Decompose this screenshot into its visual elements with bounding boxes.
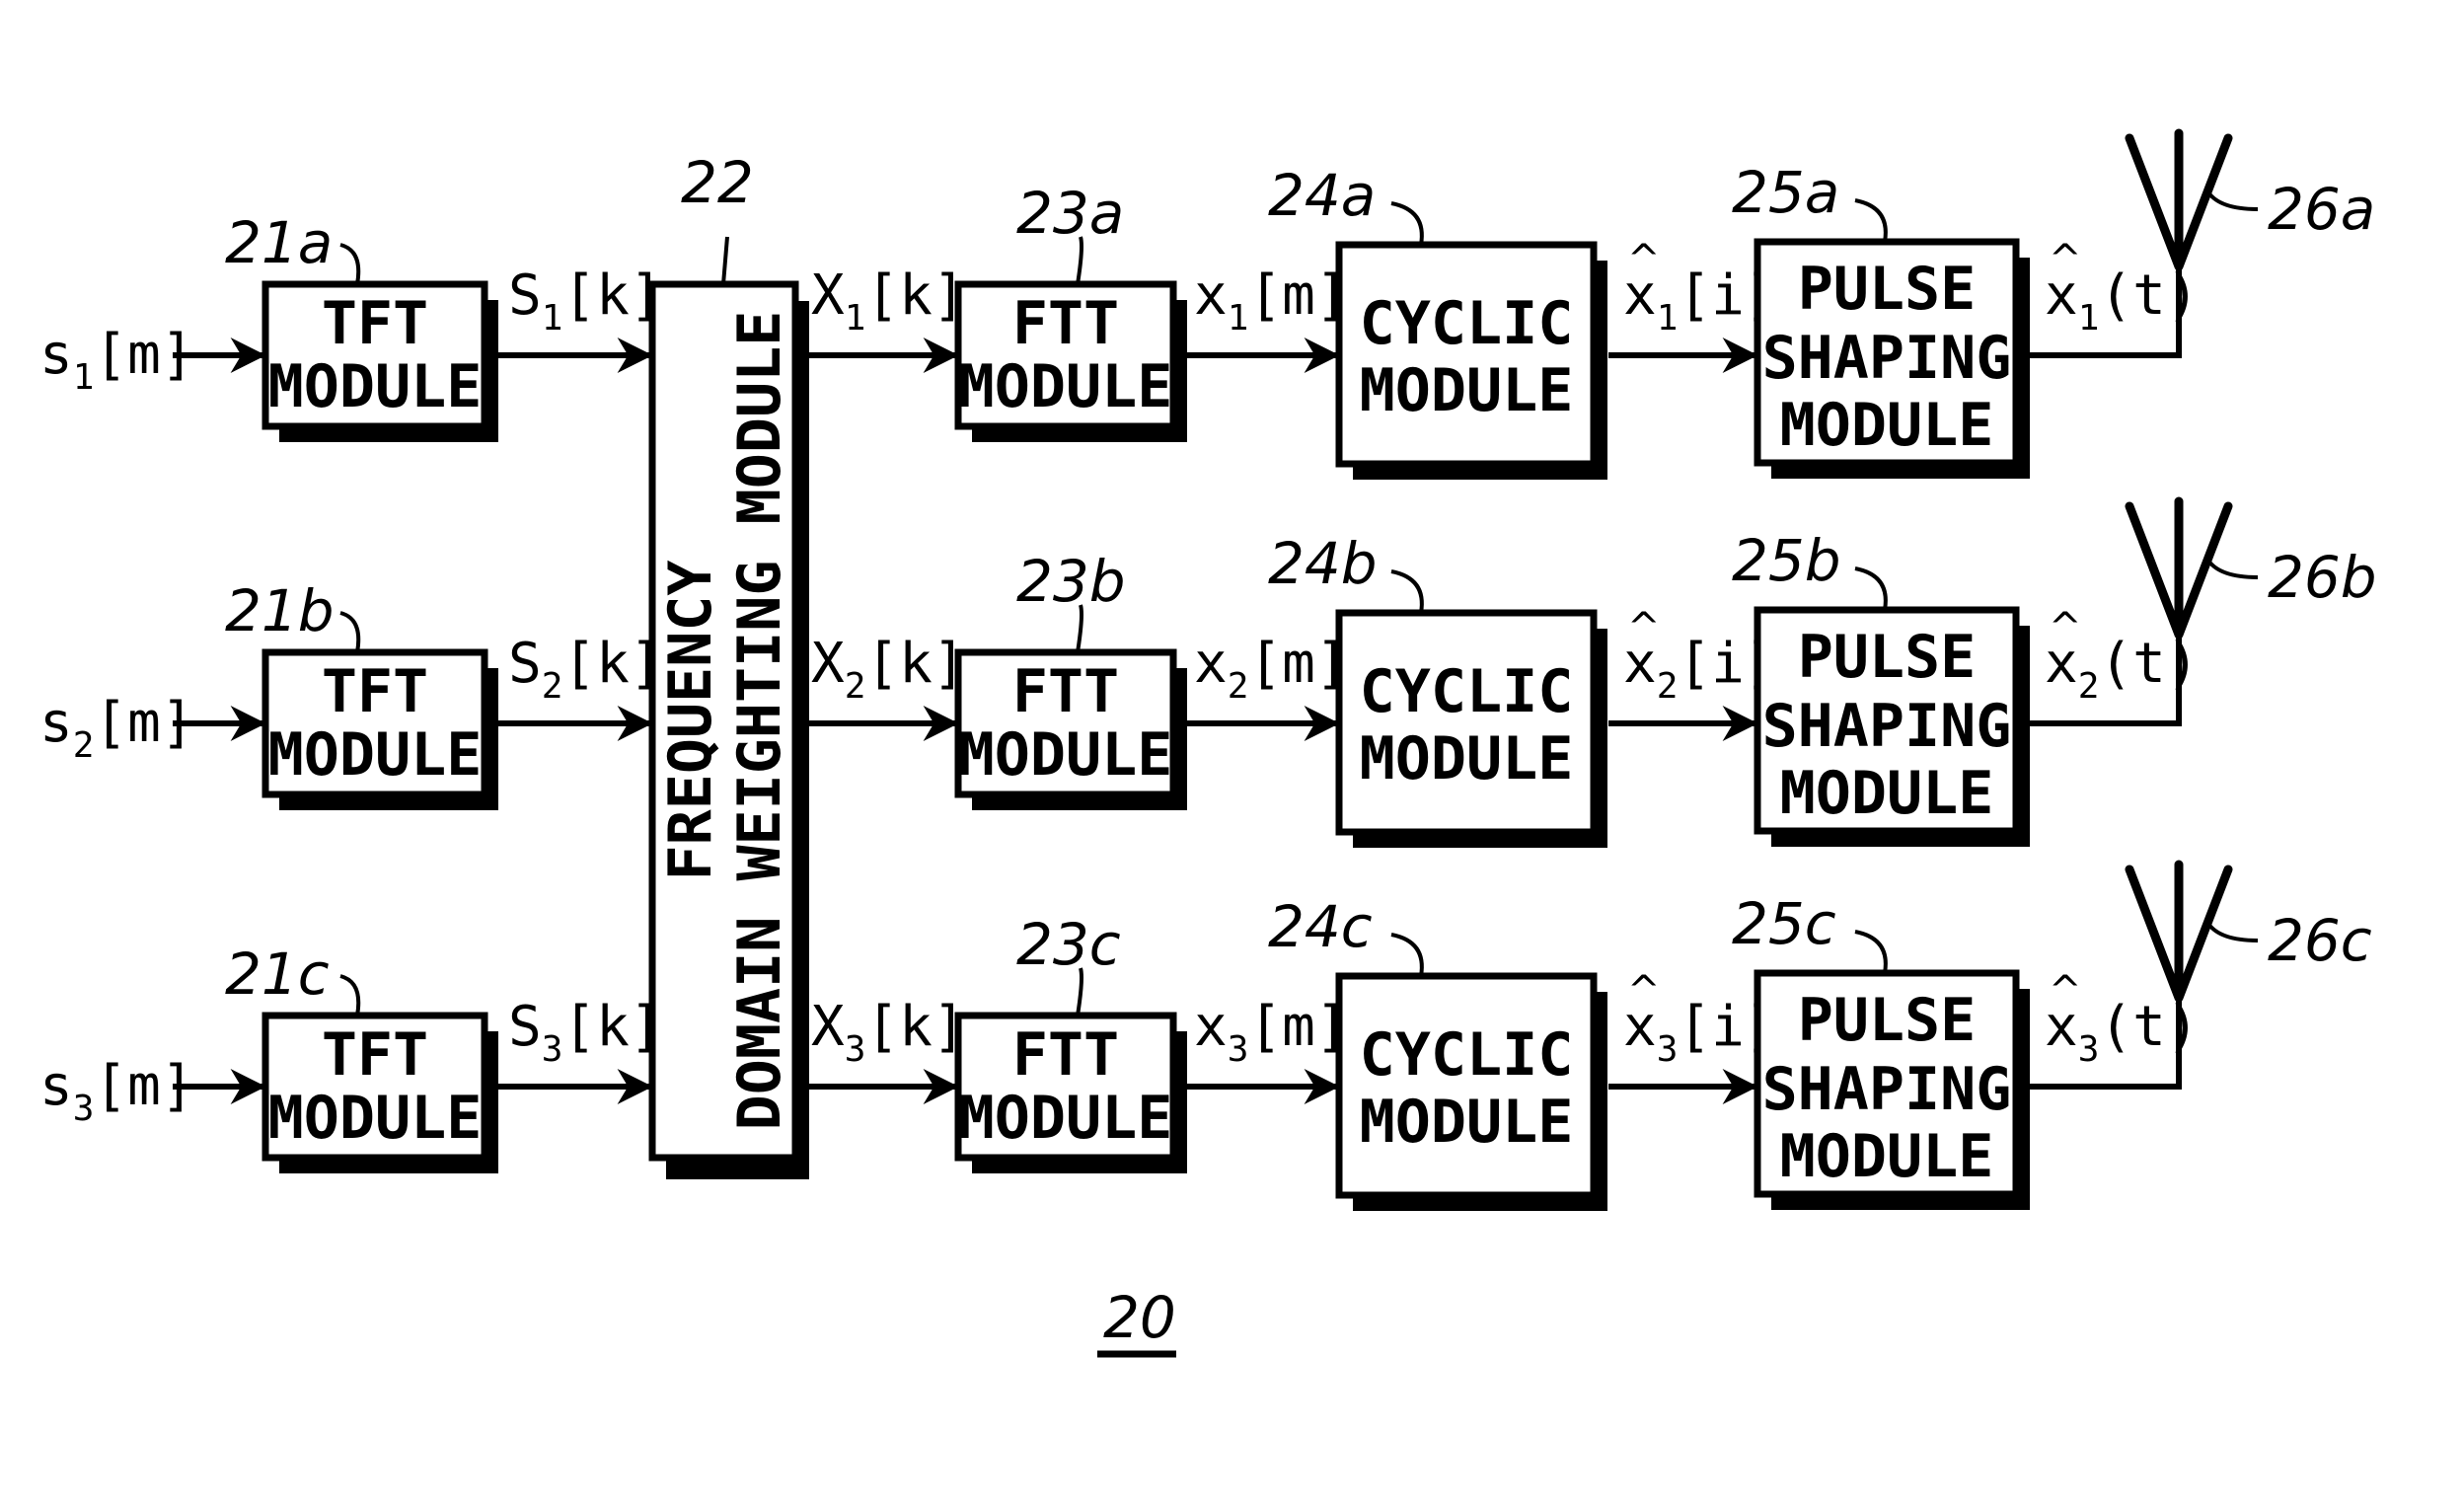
pulse-ref-label: 25c: [1732, 890, 1836, 957]
cyclic-ref-label-leader: [1390, 933, 1424, 977]
ftt-module-label-line1: FTT: [1012, 289, 1119, 358]
antenna-ref-leader: [2206, 922, 2259, 942]
pulse-module-label-line3: MODULE: [1780, 759, 1994, 828]
pulse-ref-label: 25b: [1732, 527, 1841, 594]
pulse-module-label-line2: SHAPING: [1762, 324, 2012, 393]
antenna-ref-leader: [2206, 559, 2259, 579]
pulse-ref-label-leader: [1854, 930, 1888, 974]
tft-module-label-line2: MODULE: [268, 352, 483, 421]
fdw-label-line2: DOMAIN WEIGHTING MODULE: [725, 311, 794, 1131]
signal-chain-row: s1[m] TFTMODULE21aS1[k] X1[k] FTTMODULE23ax…: [39, 128, 2375, 480]
pulse-module-label-line3: MODULE: [1780, 1122, 1994, 1191]
pulse-ref-label: 25a: [1732, 159, 1839, 226]
signal-chain-row: s2[m] TFTMODULE21bS2[k] X2[k] FTTMODULE23bx…: [39, 496, 2377, 848]
ftt-module: FTTMODULE: [954, 648, 1187, 810]
cyclic-ref-label-leader: [1390, 569, 1424, 614]
tft-ref-label: 21a: [225, 209, 333, 276]
tft-ref-label-leader: [339, 243, 361, 285]
cyclic-module-label-line1: CYCLIC: [1360, 289, 1574, 358]
frequency-domain-weighting-module: FREQUENCY DOMAIN WEIGHTING MODULE 22: [648, 149, 809, 1179]
cyclic-module: CYCLICMODULE: [1335, 972, 1607, 1211]
tft-module: TFTMODULE: [261, 280, 498, 442]
signal-chain-row: s3[m] TFTMODULE21cS3[k] X3[k] FTTMODULE23cx…: [39, 860, 2372, 1211]
cyclic-module-label-line2: MODULE: [1360, 724, 1574, 793]
transmitter-block-diagram: FREQUENCY DOMAIN WEIGHTING MODULE 22 s1[…: [39, 128, 2377, 1358]
antenna-ref-label: 26c: [2268, 907, 2372, 974]
ftt-module: FTTMODULE: [954, 1012, 1187, 1173]
ftt-output-signal-label: x2[m]: [1194, 632, 1349, 707]
tft-ref-label: 21c: [225, 941, 330, 1008]
tft-ref-label-leader: [339, 611, 361, 653]
ftt-module-label-line1: FTT: [1012, 1020, 1119, 1090]
cyclic-module-label-line2: MODULE: [1360, 1088, 1574, 1157]
cyclic-module-label-line1: CYCLIC: [1360, 657, 1574, 726]
cyclic-module: CYCLICMODULE: [1335, 609, 1607, 848]
ftt-ref-label: 23c: [1016, 911, 1121, 978]
tft-module-label-line1: TFT: [322, 289, 428, 358]
tft-module-label-line2: MODULE: [268, 720, 483, 790]
pulse-output-signal-label-hat: ^: [2049, 237, 2082, 282]
cyclic-ref-label: 24a: [1268, 162, 1376, 229]
cyclic-module-label-line2: MODULE: [1360, 356, 1574, 425]
pulse-module-label-line2: SHAPING: [1762, 692, 2012, 761]
ftt-ref-label: 23b: [1016, 548, 1126, 615]
tft-ref-label: 21b: [225, 577, 335, 644]
pulse-output-signal-label-hat: ^: [2049, 968, 2082, 1014]
cyclic-output-signal-label-hat: ^: [1627, 237, 1661, 282]
ftt-module-label-line2: MODULE: [959, 352, 1173, 421]
cyclic-ref-label: 24b: [1268, 530, 1378, 597]
cyclic-output-signal-label-hat: ^: [1627, 605, 1661, 650]
cyclic-ref-label: 24c: [1268, 893, 1373, 960]
tft-output-signal-label: S2[k]: [508, 632, 663, 707]
pulse-ref-label-leader: [1854, 566, 1888, 611]
fdw-output-signal-label: X1[k]: [811, 264, 966, 339]
figure-number: 20: [1103, 1284, 1176, 1351]
input-signal-label: s2[m]: [39, 691, 194, 766]
tft-ref-label-leader: [339, 974, 361, 1017]
fdw-output-signal-label: X2[k]: [811, 632, 966, 707]
ftt-module-label-line1: FTT: [1012, 657, 1119, 726]
antenna-ref-label: 26b: [2268, 544, 2377, 611]
fdw-ref-leader: [721, 236, 729, 285]
ftt-output-signal-label: x1[m]: [1194, 264, 1349, 339]
tft-module-label-line1: TFT: [322, 657, 428, 726]
fdw-ref-label: 22: [681, 149, 754, 216]
ftt-output-signal-label: x3[m]: [1194, 995, 1349, 1070]
ftt-module: FTTMODULE: [954, 280, 1187, 442]
pulse-module-label-line3: MODULE: [1780, 391, 1994, 460]
pulse-module-label-line1: PULSE: [1798, 623, 1977, 692]
pulse-output-signal-label-hat: ^: [2049, 605, 2082, 650]
ftt-module-label-line2: MODULE: [959, 720, 1173, 790]
tft-module-label-line1: TFT: [322, 1020, 428, 1090]
pulse-module-label-line1: PULSE: [1798, 255, 1977, 324]
tft-output-signal-label: S1[k]: [508, 264, 663, 339]
cyclic-module: CYCLICMODULE: [1335, 241, 1607, 480]
fdw-label-line1: FREQUENCY: [656, 560, 725, 880]
cyclic-output-signal-label-hat: ^: [1627, 968, 1661, 1014]
tft-module: TFTMODULE: [261, 1012, 498, 1173]
antenna-ref-leader: [2206, 190, 2259, 211]
tft-module-label-line2: MODULE: [268, 1084, 483, 1153]
pulse-shaping-module: PULSESHAPINGMODULE: [1754, 969, 2030, 1210]
cyclic-module-label-line1: CYCLIC: [1360, 1020, 1574, 1090]
cyclic-ref-label-leader: [1390, 201, 1424, 246]
pulse-shaping-module: PULSESHAPINGMODULE: [1754, 238, 2030, 479]
tft-module: TFTMODULE: [261, 648, 498, 810]
ftt-ref-label: 23a: [1016, 180, 1124, 247]
ftt-module-label-line2: MODULE: [959, 1084, 1173, 1153]
tft-output-signal-label: S3[k]: [508, 995, 663, 1070]
fdw-output-signal-label: X3[k]: [811, 995, 966, 1070]
pulse-shaping-module: PULSESHAPINGMODULE: [1754, 606, 2030, 847]
antenna-ref-label: 26a: [2268, 176, 2375, 243]
input-signal-label: s1[m]: [39, 323, 194, 398]
pulse-module-label-line2: SHAPING: [1762, 1055, 2012, 1124]
pulse-ref-label-leader: [1854, 198, 1888, 243]
input-signal-label: s3[m]: [39, 1054, 194, 1129]
pulse-module-label-line1: PULSE: [1798, 986, 1977, 1055]
